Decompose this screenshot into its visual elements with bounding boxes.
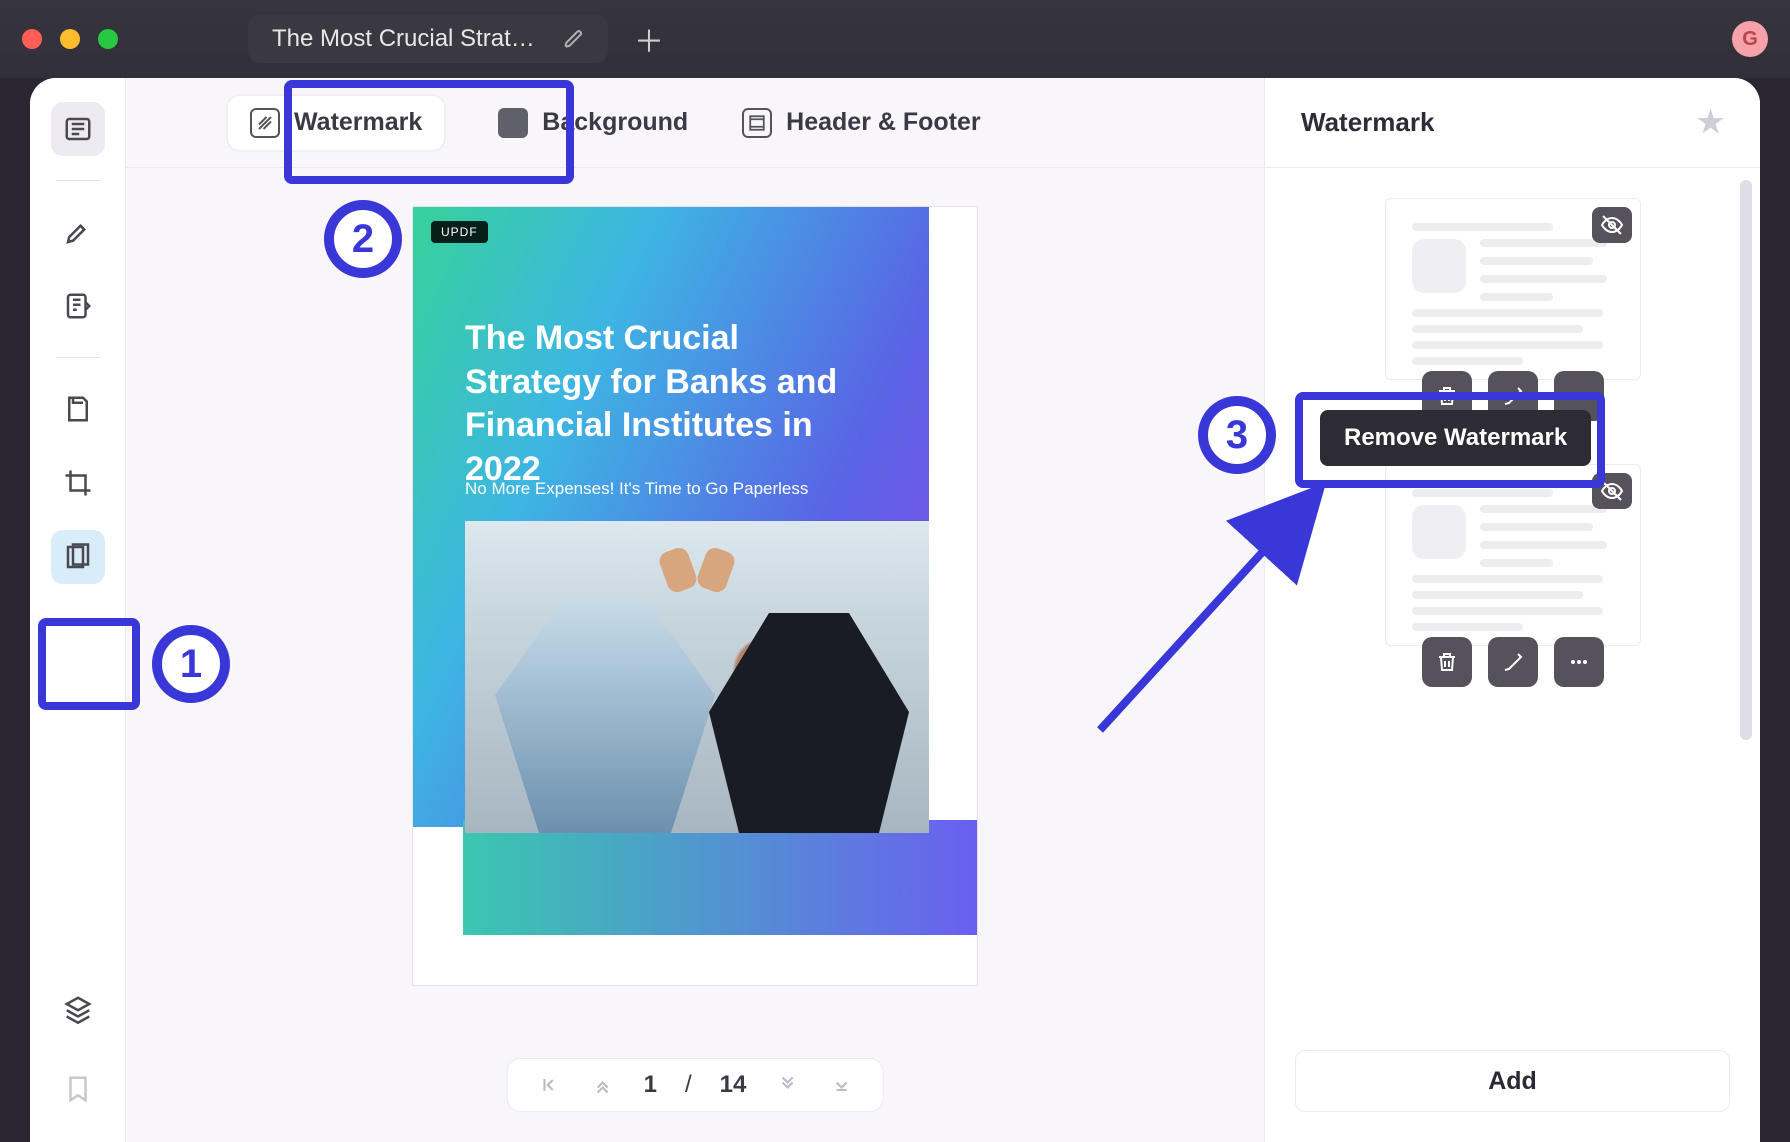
close-window-icon[interactable]: [22, 29, 42, 49]
fullscreen-window-icon[interactable]: [98, 29, 118, 49]
prev-page-button[interactable]: [590, 1075, 616, 1095]
tooltip-remove-watermark: Remove Watermark: [1320, 410, 1591, 466]
rail-separator: [56, 357, 100, 358]
annotate-icon[interactable]: [51, 279, 105, 333]
reader-icon[interactable]: [51, 102, 105, 156]
document-tab[interactable]: The Most Crucial Strategy: [248, 15, 608, 63]
avatar[interactable]: G: [1732, 21, 1768, 57]
tab-background-label: Background: [542, 108, 688, 137]
page-tools-topbar: Watermark Background Header & Footer: [126, 78, 1264, 168]
tab-title-label: The Most Crucial Strategy: [272, 25, 548, 53]
watermark-item[interactable]: [1385, 198, 1641, 380]
avatar-letter: G: [1742, 28, 1758, 51]
tab-header-footer[interactable]: Header & Footer: [742, 108, 980, 138]
titlebar: The Most Crucial Strategy ＋ G: [0, 0, 1790, 78]
page-navigator: 1 / 14: [507, 1058, 884, 1112]
add-watermark-button[interactable]: Add: [1295, 1050, 1730, 1112]
delete-watermark-button[interactable]: [1422, 637, 1472, 687]
visibility-toggle-icon[interactable]: [1592, 473, 1632, 509]
rename-tab-icon[interactable]: [564, 29, 584, 49]
panel-title: Watermark: [1301, 107, 1434, 138]
minimize-window-icon[interactable]: [60, 29, 80, 49]
edit-watermark-button[interactable]: [1488, 637, 1538, 687]
left-toolbar: [30, 78, 126, 1142]
document-area: Watermark Background Header & Footer: [126, 78, 1264, 1142]
watermark-panel: Watermark ★: [1264, 78, 1760, 1142]
background-icon: [498, 108, 528, 138]
organize-icon[interactable]: [51, 382, 105, 436]
cover-gradient-footer: [463, 820, 977, 935]
scrollbar[interactable]: [1740, 180, 1752, 740]
bookmark-icon[interactable]: [51, 1062, 105, 1116]
tab-header-footer-label: Header & Footer: [786, 108, 980, 137]
watermark-item[interactable]: [1385, 464, 1641, 646]
watermark-list: [1265, 168, 1760, 1044]
rail-separator: [56, 180, 100, 181]
page-tools-icon[interactable]: [51, 530, 105, 584]
page-separator: /: [685, 1071, 692, 1099]
layers-icon[interactable]: [51, 982, 105, 1036]
favorite-icon[interactable]: ★: [1697, 105, 1724, 140]
add-watermark-label: Add: [1488, 1067, 1537, 1096]
document-title: The Most Crucial Strategy for Banks and …: [465, 317, 865, 491]
visibility-toggle-icon[interactable]: [1592, 207, 1632, 243]
page-preview: UPDF The Most Crucial Strategy for Banks…: [412, 206, 978, 986]
last-page-button[interactable]: [828, 1075, 854, 1095]
next-page-button[interactable]: [774, 1075, 800, 1095]
current-page[interactable]: 1: [644, 1071, 657, 1099]
highlighter-icon[interactable]: [51, 205, 105, 259]
document-subtitle: No More Expenses! It's Time to Go Paperl…: [465, 479, 808, 499]
more-watermark-button[interactable]: [1554, 637, 1604, 687]
header-footer-icon: [742, 108, 772, 138]
tab-watermark-label: Watermark: [294, 108, 422, 137]
tab-background[interactable]: Background: [498, 108, 688, 138]
first-page-button[interactable]: [536, 1075, 562, 1095]
window-controls: [22, 29, 118, 49]
total-pages: 14: [720, 1071, 747, 1099]
tab-watermark[interactable]: Watermark: [228, 96, 444, 150]
add-tab-button[interactable]: ＋: [634, 17, 664, 61]
watermark-logo: UPDF: [431, 221, 488, 243]
watermark-icon: [250, 108, 280, 138]
cover-photo: [465, 521, 929, 833]
crop-icon[interactable]: [51, 456, 105, 510]
